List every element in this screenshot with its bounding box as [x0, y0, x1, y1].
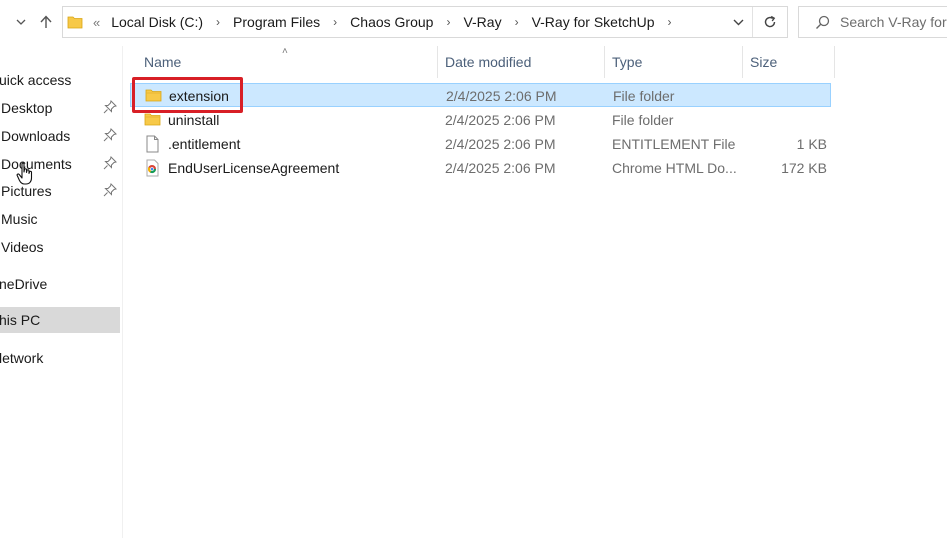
file-date: 2/4/2025 2:06 PM — [445, 160, 556, 176]
folder-icon — [145, 89, 162, 102]
column-header-label: Size — [750, 54, 778, 70]
sidebar-item-desktop[interactable]: Desktop — [0, 95, 120, 121]
table-row[interactable]: uninstall 2/4/2025 2:06 PM File folder — [130, 108, 831, 132]
breadcrumb-v-ray-for-sketchup[interactable]: V-Ray for SketchUp — [530, 14, 657, 30]
breadcrumb-overflow-button[interactable]: « — [93, 15, 100, 30]
sidebar-item-label: Music — [1, 211, 38, 227]
navigation-bar: « Local Disk (C:) › Program Files › Chao… — [0, 0, 947, 46]
breadcrumb-local-disk[interactable]: Local Disk (C:) — [109, 14, 205, 30]
arrow-up-icon — [40, 15, 52, 28]
hand-cursor-icon — [16, 162, 33, 185]
sidebar-item-quick-access[interactable]: uick access — [0, 67, 120, 93]
chevron-right-icon[interactable]: › — [216, 15, 220, 29]
up-button[interactable] — [35, 8, 57, 36]
dropdown-recent-button[interactable] — [10, 8, 32, 36]
sidebar-item-network[interactable]: letwork — [0, 345, 120, 371]
file-type: File folder — [613, 88, 675, 104]
file-size — [757, 108, 827, 132]
breadcrumb: « Local Disk (C:) › Program Files › Chao… — [87, 14, 724, 30]
chevron-right-icon[interactable]: › — [515, 15, 519, 29]
address-history-button[interactable] — [724, 7, 753, 37]
refresh-button[interactable] — [753, 7, 787, 37]
column-header-label: Name — [144, 54, 182, 70]
column-header-size[interactable]: Size — [750, 46, 777, 78]
search-placeholder: Search V-Ray for SketchUp — [840, 14, 947, 30]
sort-ascending-icon: ˄ — [282, 46, 288, 57]
navigation-pane: uick access Desktop Downloads Documents … — [0, 46, 123, 538]
sidebar-item-this-pc[interactable]: his PC — [0, 307, 120, 333]
chevron-down-icon — [733, 19, 743, 25]
folder-icon — [67, 16, 83, 29]
file-type: File folder — [612, 112, 674, 128]
sidebar-item-label: Desktop — [1, 100, 53, 116]
column-header-label: Date modified — [445, 54, 532, 70]
file-date: 2/4/2025 2:06 PM — [445, 112, 556, 128]
pin-icon — [103, 100, 117, 114]
address-bar[interactable]: « Local Disk (C:) › Program Files › Chao… — [62, 6, 788, 38]
sidebar-item-label: Videos — [1, 239, 44, 255]
sidebar-item-label: his PC — [0, 312, 41, 328]
breadcrumb-v-ray[interactable]: V-Ray — [461, 14, 503, 30]
chevron-right-icon[interactable]: › — [446, 15, 450, 29]
sidebar-item-label: letwork — [0, 350, 44, 366]
sidebar-item-label: Downloads — [1, 128, 71, 144]
column-header-name[interactable]: Name — [144, 46, 181, 78]
file-name: uninstall — [168, 112, 220, 128]
chevron-right-icon[interactable]: › — [668, 15, 672, 29]
sidebar-item-downloads[interactable]: Downloads — [0, 123, 120, 149]
column-divider[interactable] — [834, 46, 835, 78]
file-size: 1 KB — [796, 136, 827, 152]
chrome-icon — [146, 159, 159, 177]
sidebar-item-videos[interactable]: Videos — [0, 234, 120, 260]
file-name: .entitlement — [168, 136, 241, 152]
column-header-type[interactable]: Type — [612, 46, 642, 78]
pin-icon — [103, 183, 117, 197]
file-date: 2/4/2025 2:06 PM — [445, 136, 556, 152]
file-list: ˄ Name Date modified Type Size extension… — [128, 46, 947, 538]
column-divider[interactable] — [604, 46, 605, 78]
folder-icon — [144, 113, 161, 126]
file-name: extension — [169, 88, 229, 104]
breadcrumb-chaos-group[interactable]: Chaos Group — [348, 14, 435, 30]
file-size — [758, 84, 828, 108]
column-divider[interactable] — [437, 46, 438, 78]
search-box[interactable]: Search V-Ray for SketchUp — [798, 6, 947, 38]
sidebar-item-label: neDrive — [0, 276, 48, 292]
sidebar-item-label: Documents — [1, 156, 72, 172]
pin-icon — [103, 156, 117, 170]
breadcrumb-program-files[interactable]: Program Files — [231, 14, 322, 30]
file-date: 2/4/2025 2:06 PM — [446, 88, 557, 104]
column-header-date-modified[interactable]: Date modified — [445, 46, 531, 78]
file-size: 172 KB — [781, 160, 827, 176]
column-divider[interactable] — [742, 46, 743, 78]
search-icon — [815, 15, 830, 30]
refresh-icon — [764, 15, 776, 28]
file-name: EndUserLicenseAgreement — [168, 160, 340, 176]
chevron-right-icon[interactable]: › — [333, 15, 337, 29]
pin-icon — [103, 128, 117, 142]
file-type: ENTITLEMENT File — [612, 136, 736, 152]
column-header-label: Type — [612, 54, 643, 70]
table-row[interactable]: EndUserLicenseAgreement 2/4/2025 2:06 PM… — [130, 156, 831, 180]
chevron-down-icon — [16, 19, 26, 25]
table-row[interactable]: extension 2/4/2025 2:06 PM File folder — [130, 83, 831, 107]
sidebar-item-label: uick access — [0, 72, 72, 88]
sidebar-item-onedrive[interactable]: neDrive — [0, 271, 120, 297]
file-type: Chrome HTML Do... — [612, 160, 737, 176]
file-icon — [146, 135, 159, 153]
sidebar-item-music[interactable]: Music — [0, 206, 120, 232]
table-row[interactable]: .entitlement 2/4/2025 2:06 PM ENTITLEMEN… — [130, 132, 831, 156]
